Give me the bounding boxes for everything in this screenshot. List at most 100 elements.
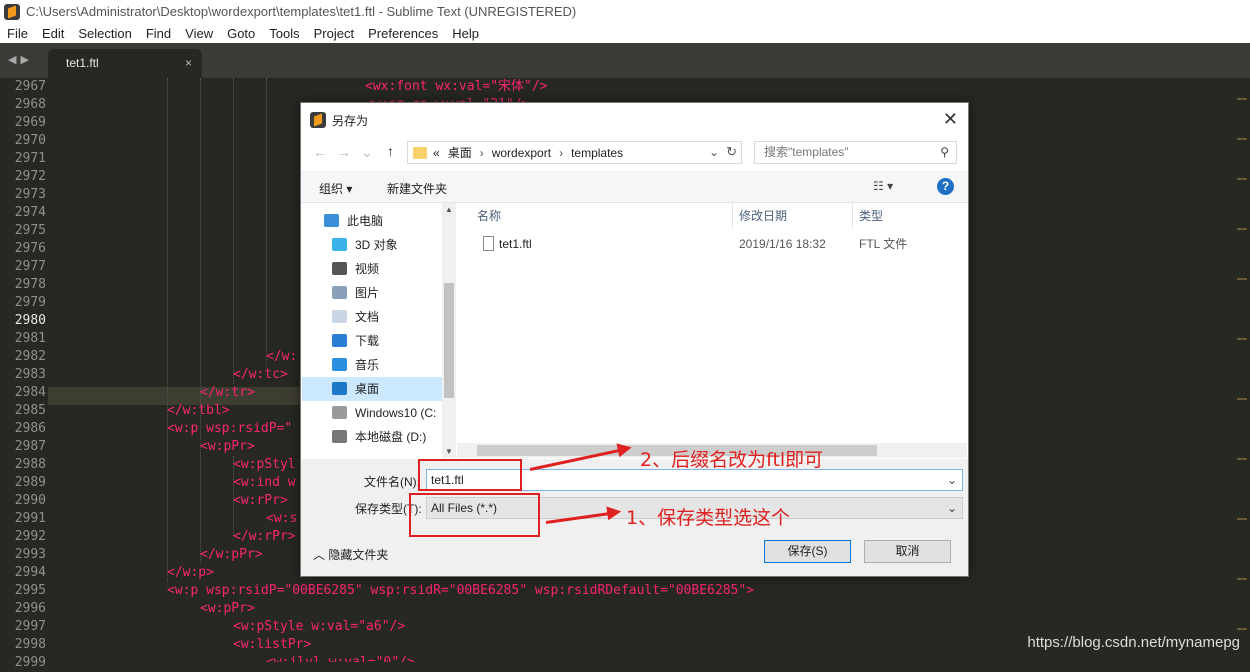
tab-nav-arrows-icon[interactable]: ◀▶ [8,53,33,66]
code-line: <w:listPr> [233,637,312,652]
video-icon [332,262,347,275]
help-icon[interactable]: ? [937,178,954,195]
nav-item-3d-objects[interactable]: 3D 对象 [302,233,442,257]
code-line: <w:p wsp:rsidP=" [167,421,293,436]
nav-item-drive-c[interactable]: Windows10 (C: [302,401,442,425]
window-title: C:\Users\Administrator\Desktop\wordexpor… [26,4,577,19]
line-number: 2982 [14,349,46,364]
code-line: <w:s [266,511,298,526]
chevron-down-icon[interactable]: ⌄ [709,145,719,159]
line-number: 2972 [14,169,46,184]
dialog-close-icon[interactable]: ✕ [943,109,958,130]
cube-icon [332,238,347,251]
nav-label: Windows10 (C: [355,406,437,420]
file-icon [483,236,494,251]
scrollbar-thumb[interactable] [444,283,454,398]
menu-tools[interactable]: Tools [262,26,306,41]
drive-icon [332,406,347,419]
menu-file[interactable]: File [0,26,35,41]
line-number: 2990 [14,493,46,508]
column-type[interactable]: 类型 [853,203,968,229]
scroll-up-icon[interactable]: ▲ [445,205,453,214]
line-number: 2978 [14,277,46,292]
nav-item-drive-d[interactable]: 本地磁盘 (D:) [302,425,442,449]
code-line: <w:pStyle w:val="a6"/> [233,619,406,634]
line-number-current: 2980 [14,313,46,328]
view-options-icon[interactable]: ☷ ▾ [873,179,893,193]
tab-bar: ◀▶ tet1.ftl × [0,43,1250,78]
minimap[interactable] [1235,78,1250,662]
line-number: 2968 [14,97,46,112]
up-folder-icon[interactable]: ↑ [387,143,394,159]
nav-item-music[interactable]: 音乐 [302,353,442,377]
indent-guide [167,78,168,582]
nav-label: 图片 [355,286,380,300]
scroll-down-icon[interactable]: ▼ [445,447,453,456]
sublime-app-icon [310,112,326,128]
file-type: FTL 文件 [859,237,908,251]
save-button[interactable]: 保存(S) [764,540,851,563]
dialog-toolbar: 组织 ▾ 新建文件夹 ☷ ▾ ? [301,171,968,203]
line-number: 2991 [14,511,46,526]
code-line: <w:ind w [233,475,296,490]
chevron-up-icon: ︿ [313,548,329,562]
menu-selection[interactable]: Selection [71,26,138,41]
menu-goto[interactable]: Goto [220,26,262,41]
line-number: 2970 [14,133,46,148]
line-number: 2988 [14,457,46,472]
new-folder-button[interactable]: 新建文件夹 [387,180,447,197]
column-name[interactable]: 名称 [457,203,733,229]
menu-edit[interactable]: Edit [35,26,71,41]
chevron-down-icon[interactable]: ⌄ [947,498,957,518]
breadcrumb-wordexport[interactable]: wordexport [492,146,551,160]
breadcrumb-desktop[interactable]: 桌面 [448,144,472,161]
menu-project[interactable]: Project [307,26,361,41]
line-number: 2986 [14,421,46,436]
menu-preferences[interactable]: Preferences [361,26,445,41]
indent-guide [200,78,201,564]
code-line: </w:tbl> [167,403,230,418]
nav-item-desktop[interactable]: 桌面 [302,377,442,401]
code-line: <w:pPr> [200,601,255,616]
line-number: 2993 [14,547,46,562]
menu-view[interactable]: View [178,26,220,41]
nav-item-pictures[interactable]: 图片 [302,281,442,305]
nav-pane-scrollbar[interactable]: ▲ ▼ [442,203,456,458]
nav-item-documents[interactable]: 文档 [302,305,442,329]
hide-folders-toggle[interactable]: ︿ 隐藏文件夹 [313,546,388,563]
line-number: 2969 [14,115,46,130]
nav-label: 音乐 [355,358,380,372]
code-line: </w:tr> [200,385,255,400]
organize-button[interactable]: 组织 ▾ [319,180,352,197]
tab-close-icon[interactable]: × [185,49,192,78]
nav-item-videos[interactable]: 视频 [302,257,442,281]
file-row[interactable]: tet1.ftl 2019/1/16 18:32 FTL 文件 [457,233,968,255]
line-number: 2995 [14,583,46,598]
back-forward-icon[interactable]: ←→⌄ [313,144,383,161]
line-number: 2974 [14,205,46,220]
nav-item-downloads[interactable]: 下载 [302,329,442,353]
refresh-icon[interactable]: ↻ [726,144,737,160]
tab-tet1[interactable]: tet1.ftl × [48,49,202,78]
dialog-title: 另存为 [332,114,369,128]
file-list-pane: 名称 修改日期 类型 tet1.ftl 2019/1/16 18:32 FTL … [457,203,968,458]
annotation-step1: 1、保存类型选这个 [626,507,791,529]
chevron-down-icon[interactable]: ⌄ [947,470,957,490]
breadcrumb-overflow[interactable]: « [433,146,440,160]
folder-icon [413,146,427,159]
menu-find[interactable]: Find [139,26,178,41]
nav-item-this-pc[interactable]: 此电脑 [302,209,442,233]
menu-bar: File Edit Selection Find View Goto Tools… [0,23,1250,43]
menu-help[interactable]: Help [445,26,486,41]
breadcrumb-templates[interactable]: templates [571,146,623,160]
computer-icon [324,214,339,227]
line-number: 2997 [14,619,46,634]
annotation-box-filename [418,459,522,491]
hide-folders-label: 隐藏文件夹 [328,548,389,562]
document-icon [332,310,347,323]
column-date[interactable]: 修改日期 [733,203,853,229]
cancel-button[interactable]: 取消 [864,540,951,563]
address-bar[interactable]: « 桌面 › wordexport › templates ⌄ ↻ [407,141,742,164]
nav-label: 3D 对象 [355,238,398,252]
search-input[interactable]: 搜索"templates" ⚲ [754,141,957,164]
